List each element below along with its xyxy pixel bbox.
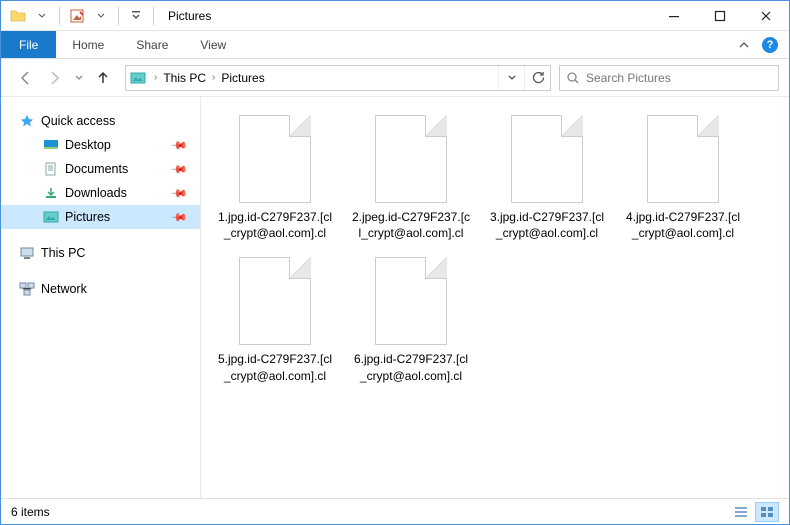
navigation-pane: Quick access Desktop 📌 Documents 📌: [1, 97, 201, 498]
sidebar-label: Network: [41, 282, 87, 296]
file-icon: [511, 115, 583, 203]
properties-icon[interactable]: [66, 5, 88, 27]
quick-access-icon: [19, 113, 35, 129]
pictures-icon: [43, 209, 59, 225]
this-pc-icon: [19, 245, 35, 261]
downloads-icon: [43, 185, 59, 201]
file-icon: [239, 115, 311, 203]
navigation-bar: › This PC › Pictures Search Pictures: [1, 59, 789, 97]
file-item[interactable]: 6.jpg.id-C279F237.[cl_crypt@aol.com].cl: [347, 253, 475, 387]
folder-icon[interactable]: [7, 5, 29, 27]
search-box[interactable]: Search Pictures: [559, 65, 779, 91]
window-controls: [651, 1, 789, 31]
window-title: Pictures: [168, 9, 211, 23]
back-button[interactable]: [11, 64, 39, 92]
sidebar-label: Documents: [65, 162, 128, 176]
file-name: 4.jpg.id-C279F237.[cl_crypt@aol.com].cl: [623, 209, 743, 241]
help-icon: ?: [762, 37, 778, 53]
refresh-button[interactable]: [524, 66, 550, 90]
quick-access-toolbar: Pictures: [1, 5, 211, 27]
up-button[interactable]: [89, 64, 117, 92]
large-icons-view-button[interactable]: [755, 502, 779, 522]
close-button[interactable]: [743, 1, 789, 31]
ribbon-right: ?: [733, 31, 789, 58]
file-name: 2.jpeg.id-C279F237.[cl_crypt@aol.com].cl: [351, 209, 471, 241]
address-dropdown-button[interactable]: [498, 66, 524, 90]
file-name: 5.jpg.id-C279F237.[cl_crypt@aol.com].cl: [215, 351, 335, 383]
address-bar-buttons: [498, 66, 550, 90]
separator: [118, 7, 119, 25]
file-icon: [239, 257, 311, 345]
file-item[interactable]: 1.jpg.id-C279F237.[cl_crypt@aol.com].cl: [211, 111, 339, 245]
qat-dropdown-2[interactable]: [90, 5, 112, 27]
file-icon: [375, 257, 447, 345]
file-name: 6.jpg.id-C279F237.[cl_crypt@aol.com].cl: [351, 351, 471, 383]
sidebar-item-this-pc[interactable]: This PC: [1, 241, 200, 265]
view-switcher: [729, 502, 779, 522]
tab-share[interactable]: Share: [120, 31, 184, 58]
tab-file[interactable]: File: [1, 31, 56, 58]
file-icon: [375, 115, 447, 203]
file-name: 1.jpg.id-C279F237.[cl_crypt@aol.com].cl: [215, 209, 335, 241]
pin-icon: 📌: [170, 184, 189, 203]
maximize-button[interactable]: [697, 1, 743, 31]
sidebar-item-pictures[interactable]: Pictures 📌: [1, 205, 200, 229]
details-view-button[interactable]: [729, 502, 753, 522]
qat-dropdown-1[interactable]: [31, 5, 53, 27]
ribbon: File Home Share View ?: [1, 31, 789, 59]
documents-icon: [43, 161, 59, 177]
status-bar: 6 items: [1, 498, 789, 524]
pin-icon: 📌: [170, 136, 189, 155]
network-icon: [19, 281, 35, 297]
minimize-button[interactable]: [651, 1, 697, 31]
separator: [59, 7, 60, 25]
pin-icon: 📌: [170, 208, 189, 227]
pictures-folder-icon: [126, 70, 150, 86]
sidebar-label: Desktop: [65, 138, 111, 152]
sidebar-item-quick-access[interactable]: Quick access: [1, 109, 200, 133]
search-icon: [566, 71, 580, 85]
recent-locations-button[interactable]: [71, 64, 87, 92]
forward-button[interactable]: [41, 64, 69, 92]
qat-customize[interactable]: [125, 5, 147, 27]
file-icon: [647, 115, 719, 203]
item-count: 6 items: [11, 505, 50, 519]
help-button[interactable]: ?: [759, 34, 781, 56]
address-bar[interactable]: › This PC › Pictures: [125, 65, 551, 91]
sidebar-label: This PC: [41, 246, 85, 260]
sidebar-item-desktop[interactable]: Desktop 📌: [1, 133, 200, 157]
breadcrumb-this-pc[interactable]: This PC: [161, 66, 208, 90]
titlebar: Pictures: [1, 1, 789, 31]
tab-view[interactable]: View: [184, 31, 242, 58]
explorer-window: Pictures File Home Share View ?: [0, 0, 790, 525]
expand-ribbon-button[interactable]: [733, 34, 755, 56]
file-list[interactable]: 1.jpg.id-C279F237.[cl_crypt@aol.com].cl 2…: [201, 97, 789, 498]
file-item[interactable]: 2.jpeg.id-C279F237.[cl_crypt@aol.com].cl: [347, 111, 475, 245]
breadcrumb-current[interactable]: Pictures: [219, 66, 266, 90]
file-item[interactable]: 4.jpg.id-C279F237.[cl_crypt@aol.com].cl: [619, 111, 747, 245]
sidebar-item-downloads[interactable]: Downloads 📌: [1, 181, 200, 205]
sidebar-item-network[interactable]: Network: [1, 277, 200, 301]
chevron-right-icon[interactable]: ›: [150, 72, 161, 83]
desktop-icon: [43, 137, 59, 153]
sidebar-label: Pictures: [65, 210, 110, 224]
sidebar-item-documents[interactable]: Documents 📌: [1, 157, 200, 181]
chevron-right-icon[interactable]: ›: [208, 72, 219, 83]
file-item[interactable]: 5.jpg.id-C279F237.[cl_crypt@aol.com].cl: [211, 253, 339, 387]
sidebar-label: Quick access: [41, 114, 115, 128]
separator: [153, 7, 154, 25]
file-name: 3.jpg.id-C279F237.[cl_crypt@aol.com].cl: [487, 209, 607, 241]
pin-icon: 📌: [170, 160, 189, 179]
file-item[interactable]: 3.jpg.id-C279F237.[cl_crypt@aol.com].cl: [483, 111, 611, 245]
file-grid: 1.jpg.id-C279F237.[cl_crypt@aol.com].cl 2…: [211, 111, 779, 388]
search-placeholder: Search Pictures: [586, 71, 671, 85]
tab-home[interactable]: Home: [56, 31, 120, 58]
body: Quick access Desktop 📌 Documents 📌: [1, 97, 789, 498]
sidebar-label: Downloads: [65, 186, 127, 200]
